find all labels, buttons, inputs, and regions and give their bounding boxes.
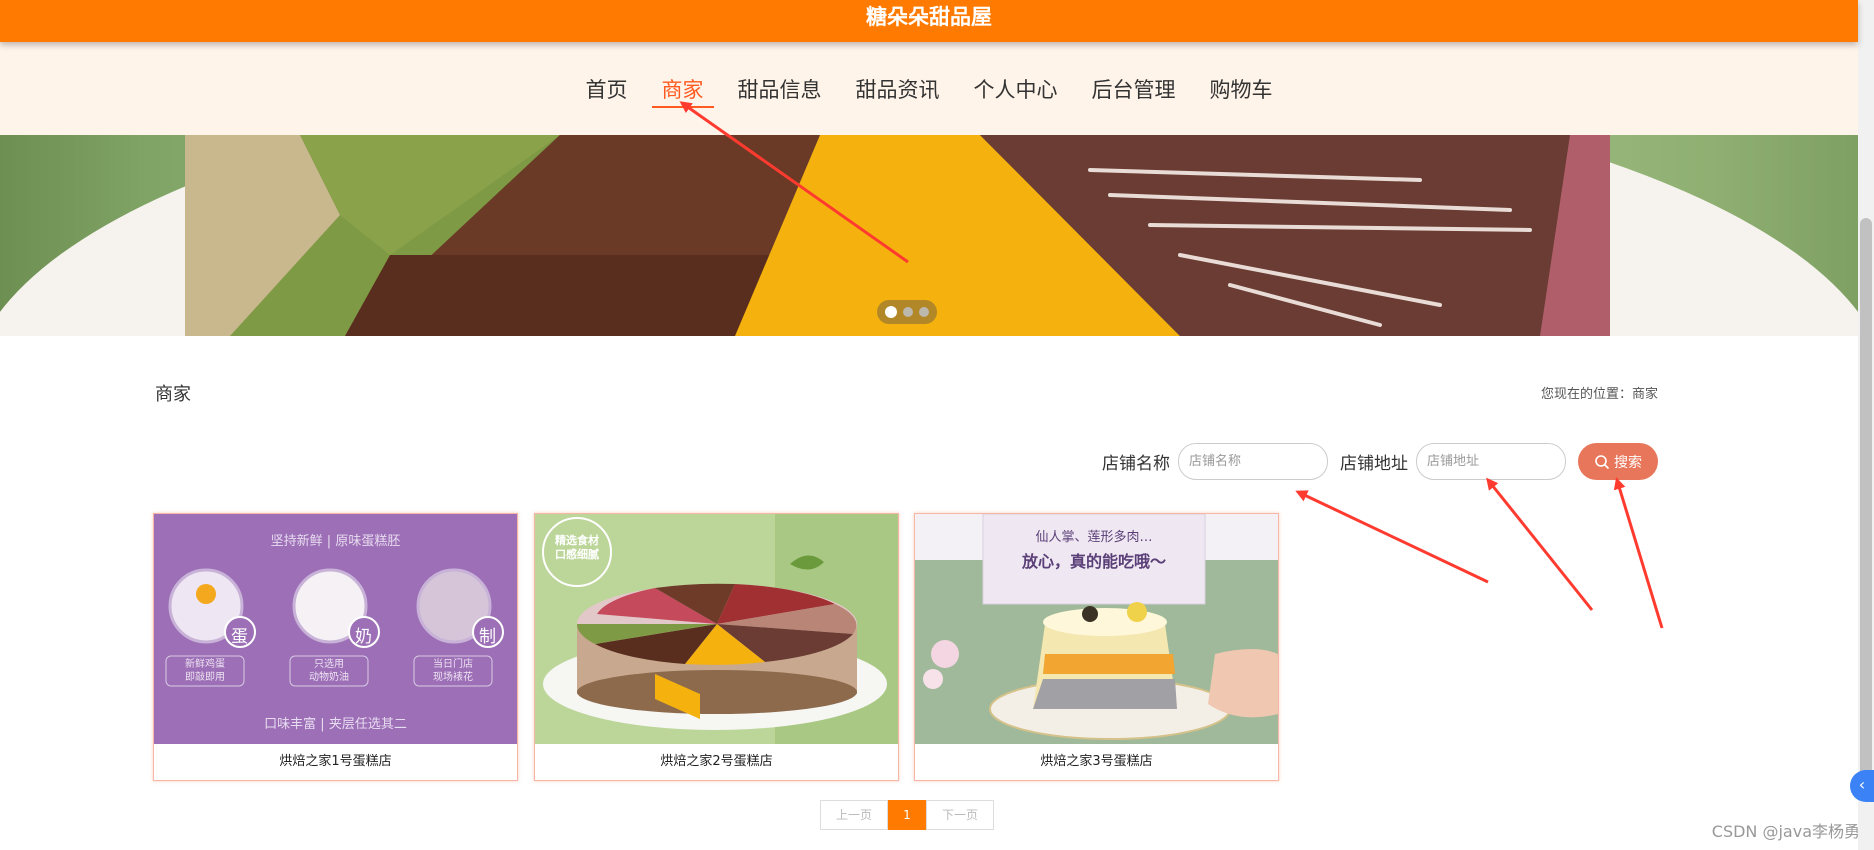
poster-char-egg: 蛋 xyxy=(231,627,248,647)
shop-card-name[interactable]: 烘焙之家2号蛋糕店 xyxy=(535,744,898,780)
carousel-dots xyxy=(877,300,937,324)
poster-top-text: 坚持新鲜 | 原味蛋糕胚 xyxy=(270,534,401,549)
search-button[interactable]: 搜索 xyxy=(1578,443,1658,480)
shop-card-image: 坚持新鲜 | 原味蛋糕胚 蛋 奶 制 新鲜鸡蛋 即敲即用 只选用 动物奶油 当日… xyxy=(154,514,517,744)
chevron-left-icon: ‹ xyxy=(1858,775,1866,794)
nav-home[interactable]: 首页 xyxy=(584,74,630,108)
banner-carousel[interactable] xyxy=(0,135,1858,336)
nav-bar: 首页 商家 甜品信息 甜品资讯 个人中心 后台管理 购物车 xyxy=(0,42,1858,135)
shop-card[interactable]: 精选食材 口感细腻 烘焙之家2号蛋糕店 xyxy=(534,513,899,781)
annotation-arrow xyxy=(1486,477,1594,611)
shop-card-name[interactable]: 烘焙之家3号蛋糕店 xyxy=(915,744,1278,780)
pagination: 上一页 1 下一页 xyxy=(820,800,994,830)
poster-bottom-text: 口味丰富 | 夹层任选其二 xyxy=(264,717,407,732)
shop-address-label: 店铺地址 xyxy=(1340,454,1408,474)
shop-name-label: 店铺名称 xyxy=(1102,454,1170,474)
shop-card[interactable]: 仙人掌、莲形多肉… 放心，真的能吃哦～ 烘焙之家3号蛋糕店 xyxy=(914,513,1279,781)
poster-char-milk: 奶 xyxy=(355,627,372,647)
next-page-button[interactable]: 下一页 xyxy=(926,800,994,830)
shop-card-image: 精选食材 口感细腻 xyxy=(535,514,898,744)
search-button-label: 搜索 xyxy=(1614,454,1642,471)
annotation-arrow xyxy=(1295,490,1489,584)
search-icon xyxy=(1595,454,1610,469)
carousel-dot[interactable] xyxy=(903,307,913,317)
poster-caption: 只选用 动物奶油 xyxy=(309,659,349,683)
poster-line2: 放心，真的能吃哦～ xyxy=(1021,552,1166,571)
main-nav: 首页 商家 甜品信息 甜品资讯 个人中心 后台管理 购物车 xyxy=(0,74,1858,108)
shop-card[interactable]: 坚持新鲜 | 原味蛋糕胚 蛋 奶 制 新鲜鸡蛋 即敲即用 只选用 动物奶油 当日… xyxy=(153,513,518,781)
nav-cart[interactable]: 购物车 xyxy=(1208,74,1275,108)
poster-line1: 仙人掌、莲形多肉… xyxy=(1035,530,1153,545)
current-page[interactable]: 1 xyxy=(888,800,926,830)
poster-seal-text: 精选食材 口感细腻 xyxy=(555,534,599,561)
breadcrumb-location: 您现在的位置：商家 xyxy=(1540,387,1658,402)
carousel-dot[interactable] xyxy=(919,307,929,317)
poster-char-made: 制 xyxy=(479,627,496,647)
carousel-dot[interactable] xyxy=(885,306,897,318)
site-title-bar: 糖朵朵甜品屋 xyxy=(0,0,1858,42)
csdn-watermark: CSDN @java李杨勇 xyxy=(1711,822,1860,841)
page: 糖朵朵甜品屋 首页 商家 甜品信息 甜品资讯 个人中心 后台管理 购物车 商家 … xyxy=(0,0,1874,850)
nav-merchants[interactable]: 商家 xyxy=(651,74,714,108)
shop-card-name[interactable]: 烘焙之家1号蛋糕店 xyxy=(154,744,517,780)
nav-user-center[interactable]: 个人中心 xyxy=(972,74,1060,108)
poster-caption: 新鲜鸡蛋 即敲即用 xyxy=(185,659,225,683)
shop-name-input[interactable]: 店铺名称 xyxy=(1178,443,1328,480)
search-bar: 店铺名称 店铺名称 店铺地址 店铺地址 搜索 xyxy=(1102,443,1658,480)
site-title: 糖朵朵甜品屋 xyxy=(866,4,992,29)
page-scrollbar[interactable] xyxy=(1858,0,1874,850)
section-title: 商家 xyxy=(155,384,191,405)
side-expand-tab[interactable]: ‹ xyxy=(1850,770,1874,802)
prev-page-button[interactable]: 上一页 xyxy=(820,800,888,830)
scrollbar-thumb[interactable] xyxy=(1860,218,1872,778)
nav-dessert-news[interactable]: 甜品资讯 xyxy=(854,74,942,108)
annotation-arrow xyxy=(1613,477,1664,629)
shop-card-image: 仙人掌、莲形多肉… 放心，真的能吃哦～ xyxy=(915,514,1278,744)
nav-dessert-info[interactable]: 甜品信息 xyxy=(736,74,824,108)
nav-admin[interactable]: 后台管理 xyxy=(1090,74,1178,108)
shop-address-input[interactable]: 店铺地址 xyxy=(1416,443,1566,480)
poster-caption: 当日门店 现场裱花 xyxy=(433,659,473,683)
